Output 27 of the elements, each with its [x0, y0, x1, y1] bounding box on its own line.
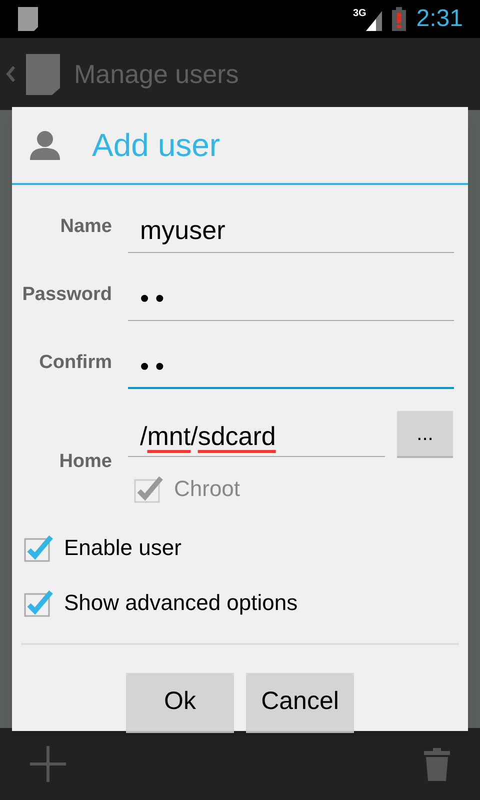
field-label: Confirm	[39, 350, 112, 374]
checkbox-label: Show advanced options	[64, 589, 298, 617]
screen-title: Manage users	[74, 58, 239, 90]
checkbox[interactable]	[24, 534, 54, 562]
field-label: Home	[59, 450, 112, 474]
field-label: Password	[22, 282, 112, 306]
dialog-button[interactable]: Ok	[126, 673, 234, 733]
input-field[interactable]: myuser	[128, 207, 454, 253]
field-label: Name	[60, 214, 112, 238]
battery-icon	[392, 7, 406, 31]
trash-icon[interactable]	[424, 746, 450, 782]
input-field[interactable]: /mnt/sdcard	[128, 411, 385, 457]
clock: 2:31	[416, 4, 463, 34]
dialog-button[interactable]: Cancel	[246, 673, 354, 733]
dialog-title: Add user	[92, 126, 220, 165]
input-field[interactable]: ••	[128, 343, 454, 389]
input-field[interactable]: ••	[128, 275, 454, 321]
app-icon	[17, 6, 39, 32]
app-icon	[24, 52, 62, 96]
add-icon[interactable]	[30, 746, 66, 782]
browse-button[interactable]: ...	[397, 411, 453, 458]
network-type: 3G	[352, 7, 366, 21]
checkbox-label: Chroot	[174, 475, 240, 503]
checkbox[interactable]	[24, 588, 54, 616]
back-icon[interactable]	[6, 66, 16, 82]
person-icon	[30, 130, 60, 160]
checkbox-label: Enable user	[64, 534, 182, 562]
